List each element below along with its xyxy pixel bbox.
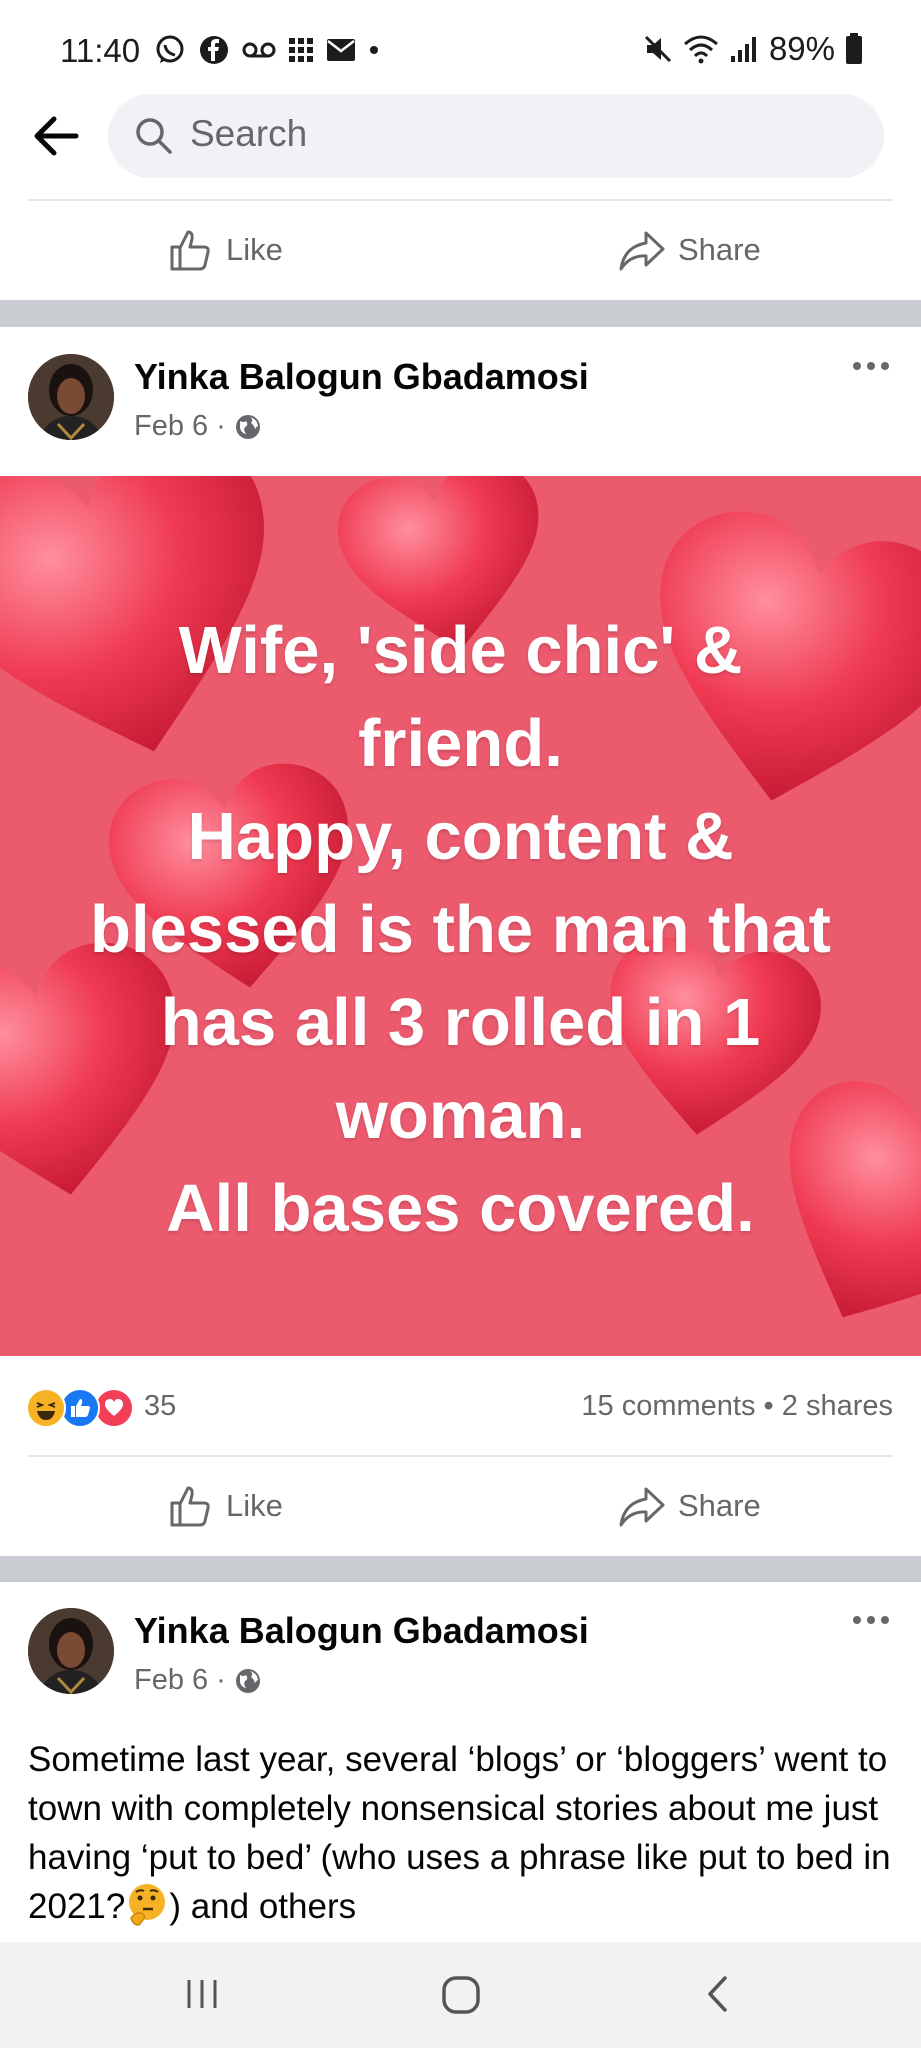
caption-line: Wife, 'side chic' & (178, 613, 743, 688)
post-text-part: ) and others (169, 1887, 357, 1926)
thumbs-up-icon (170, 230, 210, 271)
like-label: Like (226, 1488, 283, 1523)
battery-icon (846, 33, 862, 64)
share-button[interactable]: Share (618, 200, 761, 300)
reaction-icons[interactable] (26, 1388, 134, 1428)
home-icon[interactable] (440, 1974, 482, 2016)
post-header: Yinka Balogun Gbadamosi Feb 6 · (0, 1582, 921, 1722)
back-arrow-icon[interactable] (28, 108, 84, 164)
avatar[interactable] (28, 1608, 114, 1694)
caption-line: All bases covered. (166, 1171, 755, 1246)
share-label: Share (678, 1488, 761, 1523)
like-reaction-icon (60, 1388, 100, 1428)
search-header: Search (0, 86, 921, 186)
prev-post-actions: Like Share (0, 200, 921, 300)
meta-separator: · (216, 1664, 226, 1696)
avatar[interactable] (28, 354, 114, 440)
meta-separator: · (216, 410, 226, 442)
image-caption: Wife, 'side chic' & friend. Happy, conte… (40, 604, 881, 1255)
thumbs-up-icon (170, 1486, 210, 1527)
recent-apps-icon[interactable] (182, 1972, 222, 2016)
wifi-icon (683, 35, 718, 64)
thinking-emoji-icon (129, 1884, 166, 1926)
dot-icon (370, 46, 378, 54)
post-date[interactable]: Feb 6 (134, 1664, 208, 1697)
like-button[interactable]: Like (168, 200, 283, 300)
caption-line: Happy, content & (187, 799, 734, 874)
nav-back-icon[interactable] (698, 1972, 738, 2016)
share-arrow-icon (619, 1487, 665, 1527)
status-time: 11:40 (60, 32, 141, 69)
globe-icon (235, 414, 260, 439)
battery-percent: 89% (768, 30, 835, 67)
author-name[interactable]: Yinka Balogun Gbadamosi (134, 1610, 589, 1652)
haha-icon (26, 1388, 66, 1428)
share-arrow-icon (619, 231, 665, 271)
search-icon (136, 118, 172, 154)
feed-separator (0, 300, 921, 327)
whatsapp-icon (156, 35, 184, 63)
search-input[interactable]: Search (108, 94, 884, 178)
post-date[interactable]: Feb 6 (134, 410, 208, 443)
caption-line: friend. (358, 706, 563, 781)
grid-icon (289, 38, 313, 62)
author-name[interactable]: Yinka Balogun Gbadamosi (134, 356, 589, 398)
caption-line: has all 3 rolled in 1 (160, 985, 761, 1060)
feed-separator (0, 1556, 921, 1582)
voicemail-icon (242, 42, 276, 58)
share-button[interactable]: Share (618, 1456, 761, 1556)
like-label: Like (226, 232, 283, 267)
post-header: Yinka Balogun Gbadamosi Feb 6 · (0, 328, 921, 468)
facebook-icon (200, 36, 228, 64)
post-text: Sometime last year, several ‘blogs’ or ‘… (28, 1735, 898, 1931)
post-meta: Feb 6 · (134, 1664, 262, 1697)
share-label: Share (678, 232, 761, 267)
post-meta: Feb 6 · (134, 410, 262, 443)
signal-icon (730, 37, 756, 62)
mail-icon (327, 39, 355, 61)
notification-icons (154, 34, 380, 66)
love-reaction-icon (94, 1388, 134, 1428)
more-icon[interactable] (851, 358, 891, 374)
like-button[interactable]: Like (168, 1456, 283, 1556)
system-nav-bar (0, 1942, 921, 2048)
caption-line: woman. (335, 1078, 586, 1153)
mute-icon (644, 35, 671, 63)
comments-shares-count[interactable]: 15 comments • 2 shares (581, 1390, 893, 1423)
post-image[interactable]: Wife, 'side chic' & friend. Happy, conte… (0, 476, 921, 1356)
reaction-count[interactable]: 35 (144, 1390, 176, 1423)
post-actions: Like Share (0, 1456, 921, 1556)
caption-line: blessed is the man that (90, 892, 831, 967)
globe-icon (235, 1668, 260, 1693)
more-icon[interactable] (851, 1612, 891, 1628)
search-placeholder: Search (190, 113, 308, 154)
reactions-bar: 35 15 comments • 2 shares (0, 1356, 921, 1456)
status-bar: 11:40 89% (0, 0, 921, 86)
